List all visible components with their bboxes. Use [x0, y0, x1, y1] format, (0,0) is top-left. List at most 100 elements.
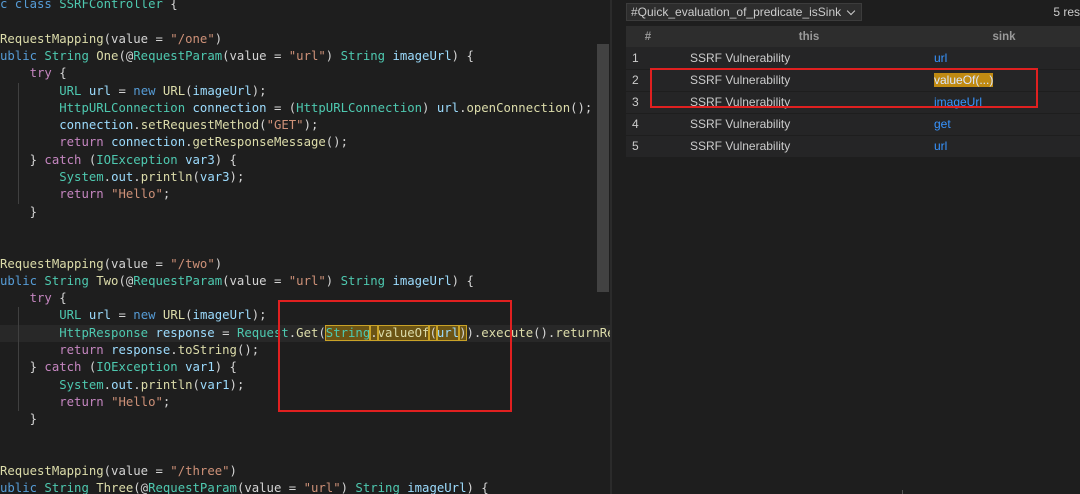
code-token: (: [192, 170, 200, 184]
code-line[interactable]: [0, 238, 610, 255]
code-token: = (: [266, 100, 297, 115]
code-token: openConnection: [466, 100, 571, 115]
code-token: imageUrl: [392, 48, 452, 63]
code-line[interactable]: return "Hello";: [0, 186, 610, 203]
code-token: return: [59, 135, 112, 150]
code-line[interactable]: ublic String One(@RequestParam(value = "…: [0, 48, 610, 65]
code-token: .: [133, 377, 141, 392]
code-token: catch: [44, 152, 82, 167]
editor-scrollbar[interactable]: [597, 44, 609, 292]
code-token: String: [44, 273, 97, 288]
code-token: }: [0, 412, 38, 427]
code-token: System: [59, 170, 104, 184]
code-line[interactable]: ublic String Two(@RequestParam(value = "…: [0, 273, 610, 290]
code-token: {: [162, 0, 178, 11]
code-token: return: [59, 394, 112, 409]
code-line[interactable]: return connection.getResponseMessage();: [0, 134, 610, 151]
code-line[interactable]: URL url = new URL(imageUrl);: [0, 83, 610, 100]
code-token: url: [436, 100, 460, 115]
code-token: ;: [162, 394, 171, 409]
code-line[interactable]: connection.setRequestMethod("GET");: [0, 117, 610, 134]
resize-handle[interactable]: [902, 490, 903, 494]
code-token: (value =: [103, 256, 171, 271]
code-token: out: [111, 377, 134, 392]
code-token: ): [340, 481, 356, 494]
code-token: ): [229, 464, 237, 479]
code-line[interactable]: [0, 13, 610, 30]
code-line[interactable]: }: [0, 411, 610, 428]
table-row[interactable]: 4 SSRF Vulnerability get: [626, 113, 1080, 136]
code-token: ();: [325, 135, 348, 150]
code-token: ) {: [214, 152, 237, 167]
chevron-down-icon[interactable]: [846, 6, 856, 15]
code-token: ublic: [0, 273, 45, 288]
column-header-number[interactable]: #: [626, 26, 664, 47]
code-token: URL: [59, 308, 89, 323]
code-token: return: [59, 343, 112, 357]
code-token: ) {: [451, 273, 474, 288]
code-token: RequestMapping: [0, 464, 104, 479]
code-line[interactable]: [0, 221, 610, 238]
row-number: 1: [626, 47, 664, 70]
code-token: RequestMapping: [0, 31, 104, 46]
code-token: {: [51, 291, 67, 306]
code-line[interactable]: ublic String Three(@RequestParam(value =…: [0, 480, 610, 494]
code-editor[interactable]: c class SSRFController {RequestMapping(v…: [0, 0, 610, 494]
code-token: var3: [199, 170, 230, 184]
code-token: url: [88, 308, 112, 323]
code-token: One: [96, 48, 119, 63]
code-line[interactable]: } catch (IOException var3) {: [0, 152, 610, 169]
code-token: "Hello": [111, 187, 163, 202]
code-token: getResponseMessage: [192, 135, 326, 150]
code-token: HttpURLConnection: [296, 100, 423, 115]
row-sink-link[interactable]: get: [928, 113, 1080, 136]
code-line[interactable]: HttpURLConnection connection = (HttpURLC…: [0, 100, 610, 117]
code-token: connection: [192, 100, 267, 115]
table-row[interactable]: 5 SSRF Vulnerability url: [626, 135, 1080, 158]
code-line[interactable]: [0, 429, 610, 446]
code-token: "url": [303, 481, 341, 494]
code-line[interactable]: RequestMapping(value = "/two"): [0, 256, 610, 273]
code-token: new: [133, 83, 163, 98]
code-token: URL: [162, 83, 186, 98]
code-line[interactable]: c class SSRFController {: [0, 0, 610, 13]
code-token: Three: [96, 481, 134, 494]
code-token: (value =: [236, 481, 304, 494]
code-line[interactable]: RequestMapping(value = "/one"): [0, 31, 610, 48]
code-token: RequestMapping: [0, 256, 104, 271]
code-token: String: [340, 48, 393, 63]
table-row[interactable]: 1 SSRF Vulnerability url: [626, 47, 1080, 70]
query-results-panel: #Quick_evaluation_of_predicate_isSink 5 …: [612, 0, 1080, 494]
row-sink-link[interactable]: url: [928, 47, 1080, 70]
row-sink-link[interactable]: url: [928, 135, 1080, 158]
code-token: new: [133, 308, 163, 323]
code-token: (: [259, 118, 267, 133]
code-line[interactable]: }: [0, 204, 610, 221]
annotation-box-code: [278, 300, 512, 412]
code-token: ) {: [214, 360, 237, 375]
code-line[interactable]: try {: [0, 65, 610, 82]
code-token: out: [111, 170, 134, 184]
code-line[interactable]: RequestMapping(value = "/three"): [0, 463, 610, 480]
code-token: "/two": [170, 256, 215, 271]
query-select[interactable]: #Quick_evaluation_of_predicate_isSink: [626, 3, 863, 21]
result-count: 5 res: [1053, 5, 1080, 19]
code-token: =: [111, 308, 134, 323]
code-token: var3: [185, 152, 215, 167]
code-line[interactable]: [0, 446, 610, 463]
code-line[interactable]: System.out.println(var3);: [0, 169, 610, 186]
code-token: ): [422, 100, 437, 115]
code-token: (@: [133, 481, 149, 494]
column-header-sink[interactable]: sink: [928, 26, 1080, 47]
code-token: toString: [177, 343, 237, 357]
code-token: RequestParam: [133, 273, 223, 288]
annotation-box-results: [650, 68, 1038, 108]
code-token: }: [0, 152, 45, 167]
column-header-this[interactable]: this: [664, 26, 928, 47]
